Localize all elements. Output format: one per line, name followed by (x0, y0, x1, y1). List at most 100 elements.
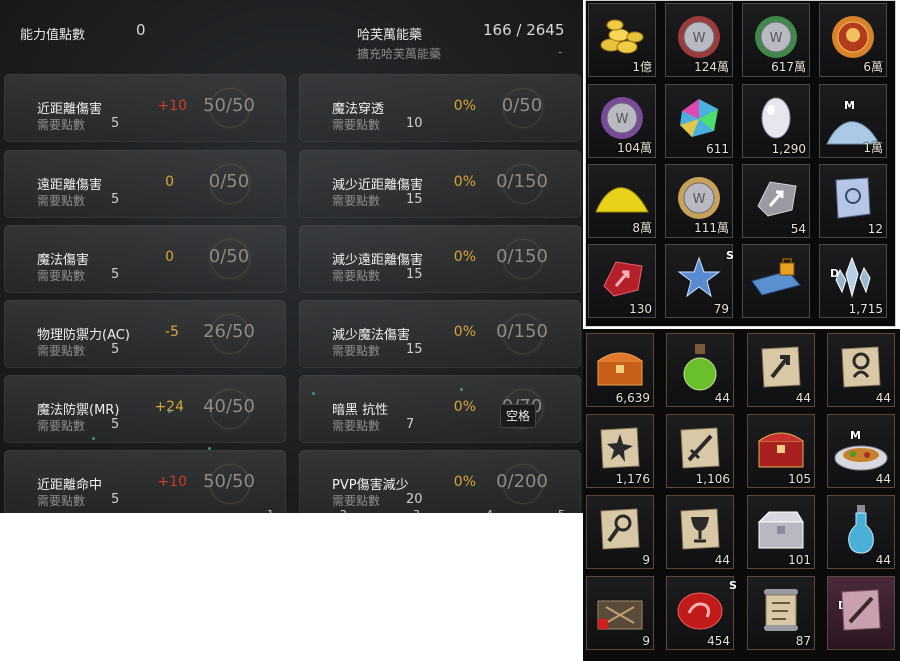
item-count: 44 (875, 553, 891, 567)
inventory-slot[interactable]: 9 (586, 495, 654, 569)
parchment-burst-icon (600, 427, 640, 469)
inventory-slot[interactable]: 54 (742, 164, 810, 238)
stat-name: 魔法防禦(MR) (37, 403, 120, 418)
stat-card-magic-damage-reduction[interactable]: 減少魔法傷害 需要點數 15 0% 0/150 (299, 300, 581, 368)
inventory-slot[interactable]: 101 (747, 495, 815, 569)
stat-card-ranged-damage-reduction[interactable]: 減少遠距離傷害 需要點數 15 0% 0/150 (299, 225, 581, 293)
stat-card-magic-defense[interactable]: 魔法防禦(MR) 需要點數 5 +24 40/50 (4, 375, 286, 443)
inventory-slot[interactable]: M 44 (827, 414, 895, 488)
stat-card-magic-penetration[interactable]: 魔法穿透 需要點數 10 0% 0/50 (299, 74, 581, 142)
elixir-extend-label: 擴充哈芙萬能藥 (357, 47, 442, 61)
inventory-slot[interactable]: 1,106 (666, 414, 734, 488)
inventory-slot[interactable]: W 104萬 (588, 84, 656, 158)
inventory-slot[interactable]: W 111萬 (665, 164, 733, 238)
inventory-slot[interactable]: 1,176 (586, 414, 654, 488)
inventory-slot[interactable]: 6萬 (819, 3, 887, 77)
inventory-slot[interactable]: 44 (827, 333, 895, 407)
stat-level: 0/150 (496, 321, 548, 342)
stat-level: 0/150 (496, 171, 548, 192)
inventory-slot[interactable]: D 1,715 (819, 244, 887, 318)
inventory-grid-bottom: 6,639 44 44 44 1,176 1,106 105 M 44 9 44… (583, 329, 900, 661)
particle-spark (208, 447, 211, 450)
white-egg-stone-icon (761, 97, 791, 139)
inventory-slot[interactable]: D (827, 576, 895, 650)
inventory-slot[interactable] (742, 244, 810, 318)
inventory-slot[interactable]: 44 (666, 333, 734, 407)
lion-coin-icon (832, 16, 874, 59)
item-count: 130 (629, 302, 652, 316)
ability-points-value: 0 (136, 21, 146, 39)
stat-card-physical-defense[interactable]: 物理防禦力(AC) 需要點數 5 -5 26/50 (4, 300, 286, 368)
inventory-slot[interactable]: 6,639 (586, 333, 654, 407)
inventory-slot[interactable]: 130 (588, 244, 656, 318)
item-count: 104萬 (617, 141, 652, 155)
inventory-slot[interactable]: 9 (586, 576, 654, 650)
inventory-slot[interactable]: 1億 (588, 3, 656, 77)
stat-name: 物理防禦力(AC) (37, 328, 130, 343)
stat-card-magic-damage[interactable]: 魔法傷害 需要點數 5 0 0/50 (4, 225, 286, 293)
stat-req-value: 7 (406, 417, 415, 432)
elixir-extend-value: - (558, 45, 563, 59)
parchment-sword-icon (680, 427, 720, 469)
stat-name: 近距離命中 (37, 478, 103, 493)
stat-req-value: 15 (406, 342, 423, 357)
stat-card-melee-damage[interactable]: 近距離傷害 需要點數 5 +10 50/50 (4, 74, 286, 142)
inventory-slot[interactable]: W 124萬 (665, 3, 733, 77)
inventory-slot[interactable]: 44 (747, 333, 815, 407)
stat-bonus: 0% (453, 324, 476, 340)
inventory-slot[interactable]: 105 (747, 414, 815, 488)
silver-coin-green-icon: W (755, 16, 797, 59)
item-count: 9 (642, 634, 650, 648)
stat-card-melee-damage-reduction[interactable]: 減少近距離傷害 需要點數 15 0% 0/150 (299, 150, 581, 218)
inventory-slot[interactable]: 12 (819, 164, 887, 238)
stat-req-value: 20 (406, 492, 423, 507)
pink-parchment-icon (841, 589, 881, 631)
stat-req-label: 需要點數 (332, 118, 381, 132)
gold-powder-pile-icon (595, 187, 649, 213)
silver-chest-icon (757, 511, 804, 549)
stat-card-ranged-damage[interactable]: 遠距離傷害 需要點數 5 0 0/50 (4, 150, 286, 218)
stat-card-melee-hit[interactable]: 近距離命中 需要點數 5 +10 50/50 (4, 450, 286, 513)
item-badge: S (729, 579, 737, 592)
inventory-slot[interactable]: M 1萬 (819, 84, 887, 158)
stat-req-value: 5 (111, 342, 120, 357)
inventory-slot[interactable]: 44 (827, 495, 895, 569)
stat-level: 26/50 (203, 321, 255, 342)
item-count: 44 (714, 553, 730, 567)
silver-coin-red-icon: W (678, 16, 720, 59)
food-bowl-icon (834, 445, 888, 471)
silver-coin-gold-icon: W (678, 177, 720, 220)
inventory-grid-top: 1億 W 124萬 W 617萬 6萬 W 104萬 611 1,290 M 1… (585, 0, 896, 327)
stat-req-label: 需要點數 (37, 194, 86, 208)
hotbar-slot-number: 1 (267, 508, 274, 513)
stat-card-dark-resistance[interactable]: 暗黑 抗性 需要點數 7 0% 0/70 (299, 375, 581, 443)
stat-req-label: 需要點數 (332, 494, 381, 508)
gold-coins-icon (600, 19, 644, 54)
stat-bonus: 0% (453, 474, 476, 490)
inventory-slot[interactable]: S 79 (665, 244, 734, 318)
stat-level: 0/50 (208, 246, 250, 267)
inventory-slot[interactable]: 8萬 (588, 164, 656, 238)
svg-text:W: W (770, 31, 783, 46)
item-count: 44 (875, 391, 891, 405)
inventory-slot[interactable]: 44 (666, 495, 734, 569)
map-scroll-icon (764, 589, 798, 632)
parchment-return-icon (600, 508, 640, 550)
inventory-slot[interactable]: W 617萬 (742, 3, 810, 77)
stat-req-label: 需要點數 (37, 494, 86, 508)
inventory-slot[interactable]: 1,290 (742, 84, 810, 158)
stat-req-value: 15 (406, 267, 423, 282)
item-count: 44 (714, 391, 730, 405)
stat-name: 近距離傷害 (37, 102, 103, 117)
inventory-slot[interactable]: S 454 (666, 576, 737, 650)
stat-card-pvp-damage-reduction[interactable]: PVP傷害減少 需要點數 20 0% 0/200 (299, 450, 581, 513)
svg-text:W: W (616, 112, 629, 127)
stat-req-label: 需要點數 (332, 269, 381, 283)
item-badge: S (726, 249, 734, 262)
stat-req-label: 需要點數 (37, 269, 86, 283)
stat-bonus: 0% (453, 249, 476, 265)
parchment-symbol-icon (841, 346, 881, 388)
particle-spark (460, 388, 463, 391)
inventory-slot[interactable]: 87 (747, 576, 815, 650)
inventory-slot[interactable]: 611 (665, 84, 733, 158)
